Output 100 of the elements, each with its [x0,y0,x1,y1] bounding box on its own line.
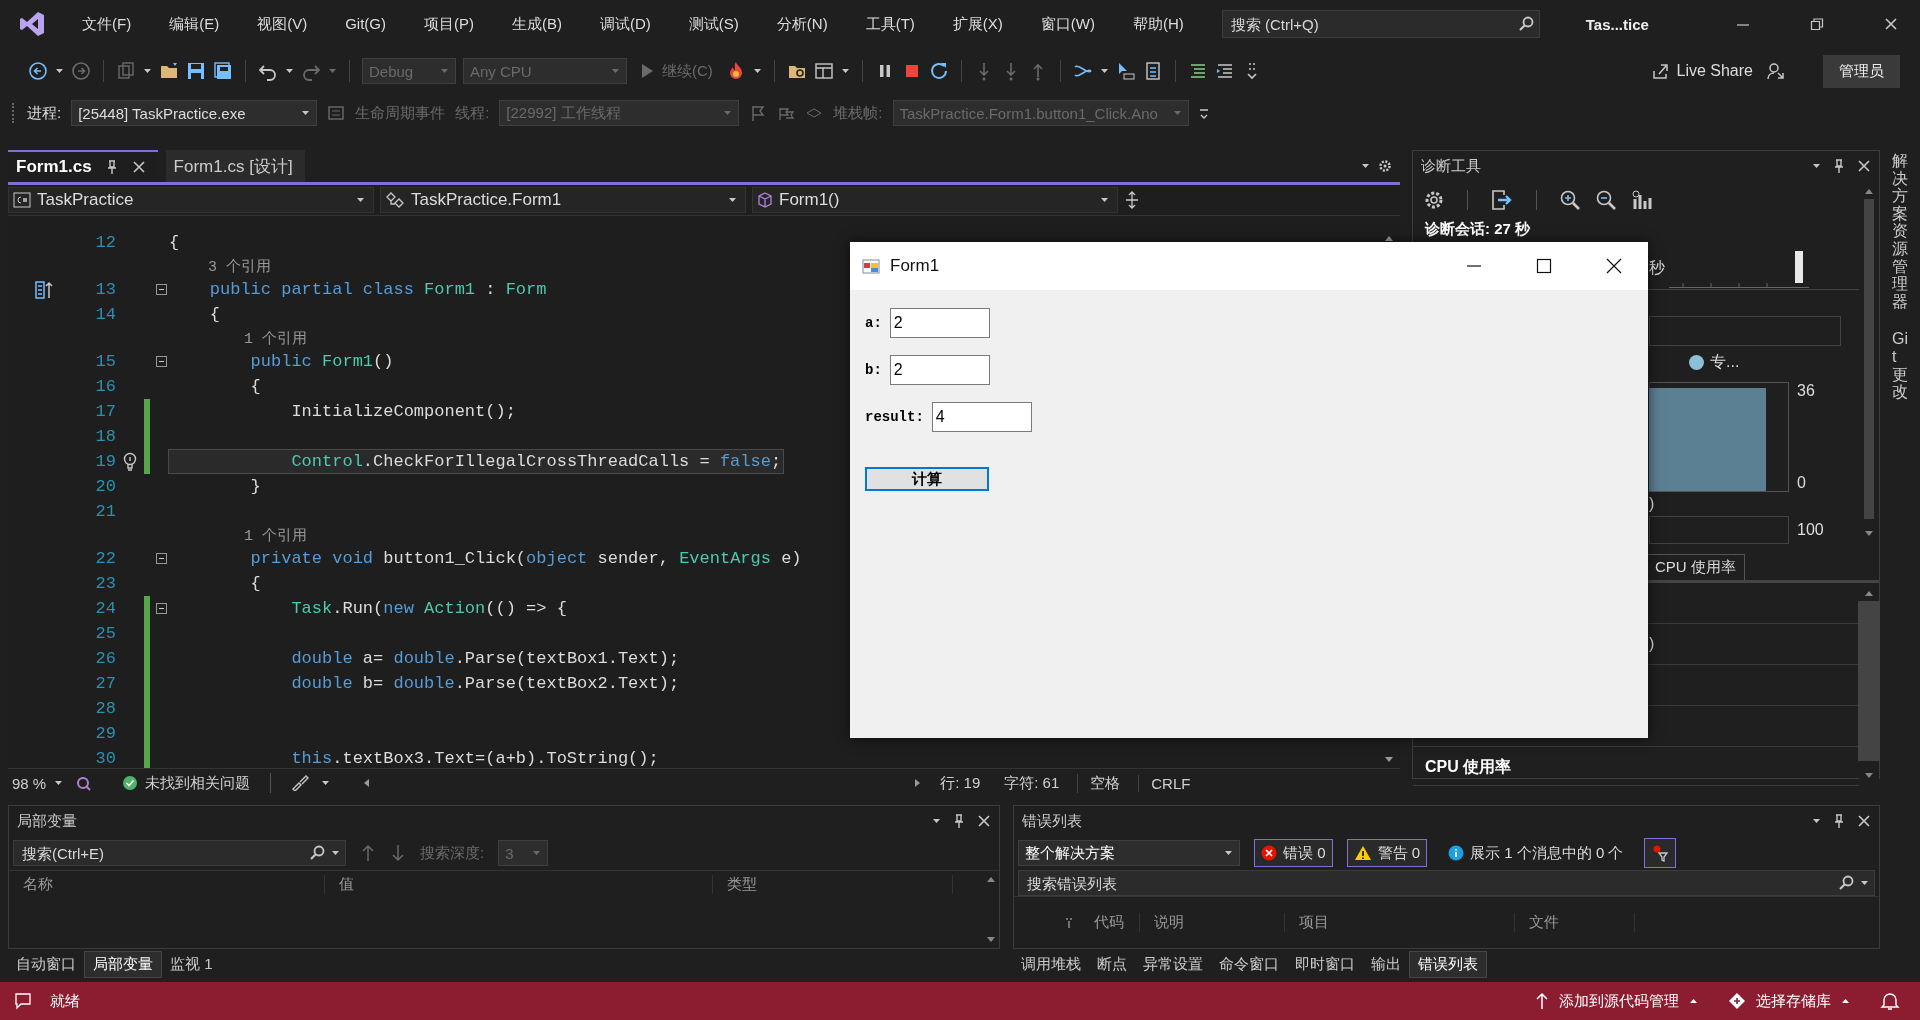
caret-icon[interactable] [728,196,737,204]
indentation-indicator[interactable]: 空格 [1077,773,1127,793]
panel-tab[interactable]: 错误列表 [1409,950,1487,978]
menu-item[interactable]: 编辑(E) [155,10,234,38]
repository-button[interactable]: 选择存储库 [1728,991,1850,1011]
split-icon[interactable] [1124,191,1140,209]
menu-item[interactable]: 测试(S) [674,10,753,38]
panel-tab[interactable]: 调用堆栈 [1013,951,1089,977]
scope-dropdown[interactable]: 整个解决方案 [1018,840,1240,866]
layout-icon[interactable] [813,61,834,81]
account-button[interactable]: 管理员 [1823,54,1900,88]
caret-icon[interactable] [54,779,64,787]
search-icon[interactable] [1838,875,1854,891]
search-field[interactable]: 搜索错误列表 [1018,870,1875,896]
restart-icon[interactable] [928,61,949,81]
zoom-out-icon[interactable] [1595,189,1617,211]
search-field[interactable]: 搜索 (Ctrl+Q) [1221,10,1540,38]
bar-chart-icon[interactable] [1631,189,1653,211]
maximize-icon[interactable] [1536,258,1552,274]
caret-icon[interactable] [1099,67,1109,75]
caret-icon[interactable] [356,196,365,204]
save-icon[interactable] [186,61,206,81]
panel-tab[interactable]: 命令窗口 [1211,951,1287,977]
brush-icon[interactable] [291,775,310,791]
scroll-left-icon[interactable] [362,778,371,788]
pin-icon[interactable] [105,160,118,174]
live-share-button[interactable]: Live Share [1644,58,1759,84]
column-indicator[interactable]: 字符: 61 [998,773,1066,793]
notification-icon[interactable] [1880,991,1900,1011]
menu-item[interactable]: 帮助(H) [1118,10,1198,38]
overflow-icon[interactable] [1198,106,1209,120]
side-tab[interactable]: Git 更改 [1892,330,1908,401]
caret-icon[interactable] [1361,162,1370,170]
panel-tab[interactable]: 自动窗口 [8,951,84,977]
hint-icon[interactable] [75,775,92,791]
line-ending-indicator[interactable]: CRLF [1138,774,1197,792]
sort-icon[interactable] [1064,916,1074,929]
menu-item[interactable]: 窗口(W) [1026,10,1109,38]
new-item-icon[interactable] [116,61,136,81]
panel-tab[interactable]: 断点 [1089,951,1135,977]
menu-item[interactable]: 生成(B) [498,10,576,38]
arrow-up-icon[interactable] [360,844,376,862]
close-icon[interactable] [1606,258,1622,274]
filter-toggle[interactable]: 展示 1 个消息中的 0 个 [1441,839,1631,867]
menu-item[interactable]: 文件(F) [68,10,146,38]
export-icon[interactable] [1490,189,1514,211]
lightbulb-icon[interactable] [122,451,138,472]
reference-count-link[interactable]: 3 个引用 [168,256,271,276]
panel-tab[interactable]: 输出 [1363,951,1409,977]
panel-tab[interactable]: 监视 1 [162,951,221,977]
pin-icon[interactable] [953,814,965,828]
scroll-down-icon[interactable] [1864,772,1874,780]
menu-item[interactable]: 项目(P) [410,10,488,38]
menu-item[interactable]: 工具(T) [851,10,929,38]
issues-indicator[interactable]: 未找到相关问题 [123,773,251,793]
indent-icon[interactable] [1214,61,1235,81]
back-icon[interactable] [28,61,48,81]
pin-icon[interactable] [1833,159,1845,173]
search-icon[interactable] [1517,16,1534,32]
scroll-up-icon[interactable] [1864,187,1874,195]
calculate-button[interactable]: 计算 [865,467,989,491]
caret-icon[interactable] [301,109,311,117]
scroll-down-icon[interactable] [1864,530,1874,538]
save-all-icon[interactable] [213,61,233,81]
text-field[interactable]: 4 [931,402,1032,432]
panel-tab[interactable]: 即时窗口 [1287,951,1363,977]
implementation-icon[interactable] [35,279,53,300]
feedback-icon[interactable] [1766,61,1786,81]
pin-icon[interactable] [1833,814,1845,828]
line-indicator[interactable]: 行: 19 [934,773,987,793]
filter-toggle[interactable]: 警告 0 [1346,839,1428,867]
scroll-up-icon[interactable] [986,875,996,883]
type-dropdown[interactable]: TaskPractice.Form1 [380,187,746,213]
source-control-button[interactable]: 添加到源代码管理 [1535,991,1698,1011]
filter-toggle[interactable]: 错误 0 [1254,839,1333,867]
document-tab[interactable]: Form1.cs [设计] [165,150,305,182]
caret-icon[interactable] [1224,849,1233,857]
caret-icon[interactable] [752,67,762,75]
settings-icon[interactable] [1378,159,1392,173]
arrow-down-icon[interactable] [390,844,406,862]
caret-icon[interactable] [331,849,340,857]
collapse-icon[interactable] [155,603,167,614]
panel-tab[interactable]: 局部变量 [84,950,162,978]
folder-icon[interactable] [159,61,179,81]
filter-button[interactable] [1644,838,1677,868]
text-field[interactable]: 2 [889,355,990,385]
caret-icon[interactable] [55,67,64,75]
scroll-down-icon[interactable] [1384,756,1394,764]
reference-count-link[interactable]: 1 个引用 [168,525,307,545]
scroll-up-icon[interactable] [1864,589,1874,597]
caret-icon[interactable] [1812,817,1821,825]
menu-item[interactable]: 分析(N) [762,10,842,38]
text-field[interactable]: 2 [889,308,990,338]
menu-item[interactable]: 视图(V) [243,10,322,38]
settings-icon[interactable] [1423,189,1445,211]
side-tab[interactable]: 解决方案资源管理器 [1892,152,1908,311]
collapse-icon[interactable] [155,553,167,564]
caret-icon[interactable] [321,779,331,787]
menu-item[interactable]: 调试(D) [586,10,665,38]
collapse-icon[interactable] [155,284,167,295]
